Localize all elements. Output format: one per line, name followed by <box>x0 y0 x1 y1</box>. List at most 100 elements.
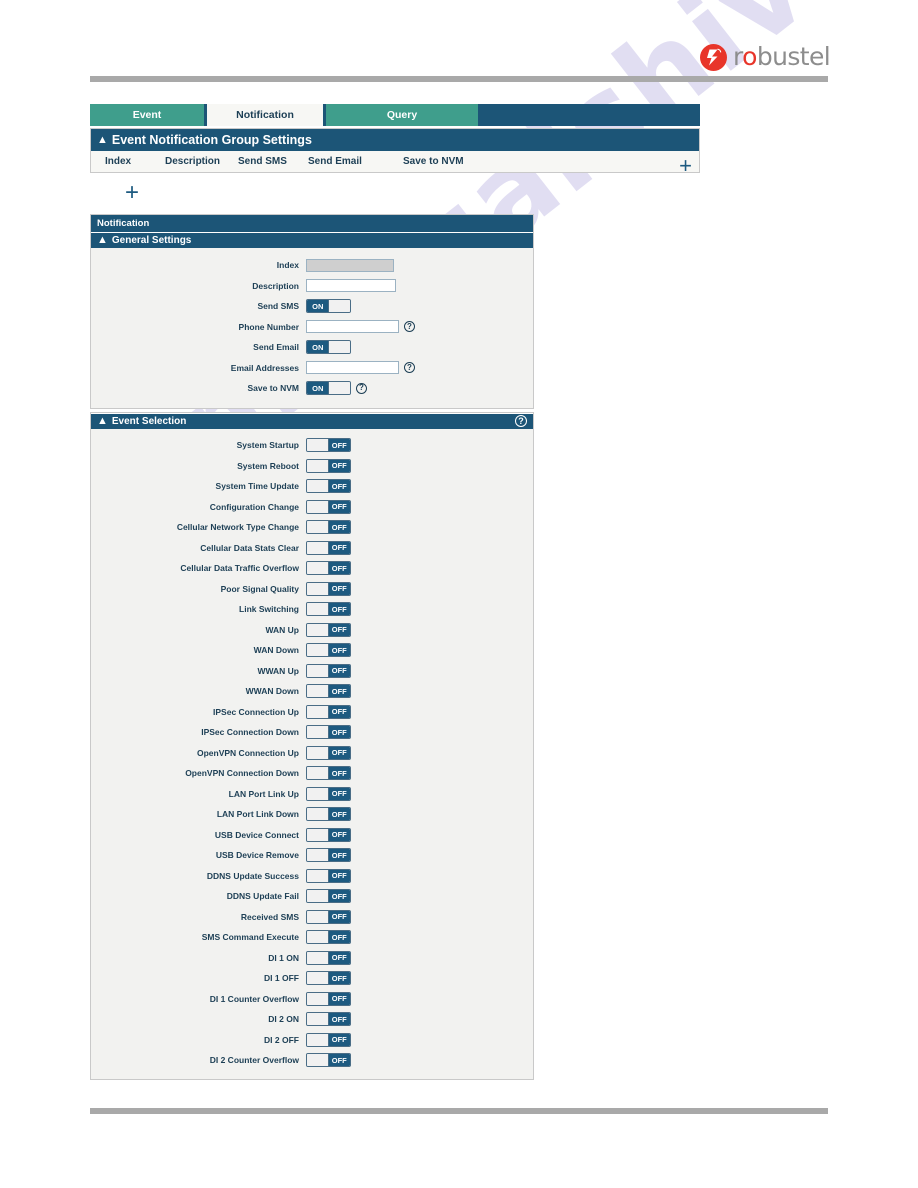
event-control: OFF <box>306 745 351 760</box>
toggle-state-label: OFF <box>328 603 350 616</box>
toggle-knob <box>307 992 329 1005</box>
event-row: OpenVPN Connection Up OFF <box>91 743 533 764</box>
toggle-configuration-change[interactable]: OFF <box>306 499 351 514</box>
event-selection-rows: System Startup OFF System Reboot OFF System … <box>91 429 533 1079</box>
general-settings-title: General Settings <box>111 235 192 246</box>
event-control: OFF <box>306 1053 351 1068</box>
toggle-usb-device-remove[interactable]: OFF <box>306 848 351 863</box>
toggle-di-1-off[interactable]: OFF <box>306 971 351 986</box>
toggle-openvpn-connection-down[interactable]: OFF <box>306 766 351 781</box>
field-control: ? <box>306 361 415 375</box>
toggle-knob <box>307 951 329 964</box>
toggle-received-sms[interactable]: OFF <box>306 909 351 924</box>
toggle-knob <box>307 562 329 575</box>
question-mark-icon[interactable]: ? <box>515 415 527 427</box>
toggle-openvpn-connection-up[interactable]: OFF <box>306 745 351 760</box>
column-header-send-sms: Send SMS <box>238 156 287 167</box>
toggle-knob <box>307 787 329 800</box>
column-header-save-to-nvm: Save to NVM <box>403 156 464 167</box>
toggle-send-sms[interactable]: ON <box>306 299 351 314</box>
toggle-poor-signal-quality[interactable]: OFF <box>306 581 351 596</box>
column-header-description: Description <box>165 156 221 167</box>
toggle-knob <box>307 603 329 616</box>
toggle-knob <box>307 808 329 821</box>
toggle-system-reboot[interactable]: OFF <box>306 458 351 473</box>
field-control <box>306 279 396 293</box>
question-mark-icon[interactable]: ? <box>404 321 415 333</box>
event-control: OFF <box>306 581 351 596</box>
event-control: OFF <box>306 889 351 904</box>
event-control: OFF <box>306 848 351 863</box>
toggle-cellular-data-traffic-overflow[interactable]: OFF <box>306 561 351 576</box>
robustel-logo-icon <box>700 43 727 71</box>
field-control: ? <box>306 320 415 334</box>
event-control: OFF <box>306 950 351 965</box>
tab-event[interactable]: Event <box>90 104 204 126</box>
toggle-wwan-up[interactable]: OFF <box>306 663 351 678</box>
toggle-save-to-nvm[interactable]: ON <box>306 381 351 396</box>
event-row: SMS Command Execute OFF <box>91 927 533 948</box>
input-phone-number[interactable] <box>306 320 399 334</box>
toggle-state-label: OFF <box>328 1013 350 1026</box>
toggle-di-2-on[interactable]: OFF <box>306 1012 351 1027</box>
toggle-sms-command-execute[interactable]: OFF <box>306 930 351 945</box>
group-settings-title-bar[interactable]: ▲ Event Notification Group Settings <box>91 129 699 151</box>
toggle-send-email[interactable]: ON <box>306 340 351 355</box>
toggle-usb-device-connect[interactable]: OFF <box>306 827 351 842</box>
toggle-ipsec-connection-down[interactable]: OFF <box>306 725 351 740</box>
event-control: OFF <box>306 991 351 1006</box>
toggle-di-2-off[interactable]: OFF <box>306 1032 351 1047</box>
question-mark-icon[interactable]: ? <box>404 362 415 374</box>
question-mark-icon[interactable]: ? <box>356 382 367 394</box>
footer-rule <box>90 1108 828 1114</box>
toggle-system-time-update[interactable]: OFF <box>306 479 351 494</box>
toggle-state-label: OFF <box>328 992 350 1005</box>
event-label-usb-device-remove: USB Device Remove <box>215 850 299 861</box>
toggle-state-label: OFF <box>328 910 350 923</box>
toggle-system-startup[interactable]: OFF <box>306 438 351 453</box>
chevron-up-icon: ▲ <box>97 415 108 427</box>
tab-notification[interactable]: Notification <box>207 104 323 126</box>
toggle-wwan-down[interactable]: OFF <box>306 684 351 699</box>
input-email-addresses[interactable] <box>306 361 399 375</box>
toggle-state-label: OFF <box>328 705 350 718</box>
toggle-di-1-counter-overflow[interactable]: OFF <box>306 991 351 1006</box>
toggle-lan-port-link-down[interactable]: OFF <box>306 807 351 822</box>
toggle-ddns-update-fail[interactable]: OFF <box>306 889 351 904</box>
field-label-send-email: Send Email <box>253 342 299 353</box>
toggle-knob <box>307 705 329 718</box>
form-row: Email Addresses? <box>91 358 533 379</box>
event-label-wwan-up: WWAN Up <box>257 665 299 676</box>
toggle-knob <box>307 828 329 841</box>
toggle-ipsec-connection-up[interactable]: OFF <box>306 704 351 719</box>
event-control: OFF <box>306 930 351 945</box>
toggle-wan-up[interactable]: OFF <box>306 622 351 637</box>
general-settings-title-bar[interactable]: ▲ General Settings <box>91 232 533 248</box>
form-row: Description <box>91 276 533 297</box>
input-description[interactable] <box>306 279 396 293</box>
toggle-cellular-network-type-change[interactable]: OFF <box>306 520 351 535</box>
toggle-di-1-on[interactable]: OFF <box>306 950 351 965</box>
add-notification-plus-icon[interactable]: + <box>121 181 143 205</box>
event-control: OFF <box>306 786 351 801</box>
toggle-state-label: OFF <box>328 500 350 513</box>
add-row-plus-icon[interactable]: + <box>679 155 692 177</box>
tab-query[interactable]: Query <box>326 104 478 126</box>
toggle-knob <box>328 382 350 395</box>
toggle-di-2-counter-overflow[interactable]: OFF <box>306 1053 351 1068</box>
toggle-state-label: OFF <box>328 664 350 677</box>
toggle-ddns-update-success[interactable]: OFF <box>306 868 351 883</box>
event-control: OFF <box>306 971 351 986</box>
event-control: OFF <box>306 622 351 637</box>
toggle-state-label: OFF <box>328 869 350 882</box>
event-selection-title-bar[interactable]: ▲ Event Selection ? <box>91 413 533 429</box>
toggle-state-label: OFF <box>328 582 350 595</box>
toggle-link-switching[interactable]: OFF <box>306 602 351 617</box>
toggle-wan-down[interactable]: OFF <box>306 643 351 658</box>
event-row: LAN Port Link Down OFF <box>91 804 533 825</box>
event-row: WAN Down OFF <box>91 640 533 661</box>
event-row: Cellular Network Type Change OFF <box>91 517 533 538</box>
toggle-lan-port-link-up[interactable]: OFF <box>306 786 351 801</box>
event-control: OFF <box>306 868 351 883</box>
toggle-cellular-data-stats-clear[interactable]: OFF <box>306 540 351 555</box>
